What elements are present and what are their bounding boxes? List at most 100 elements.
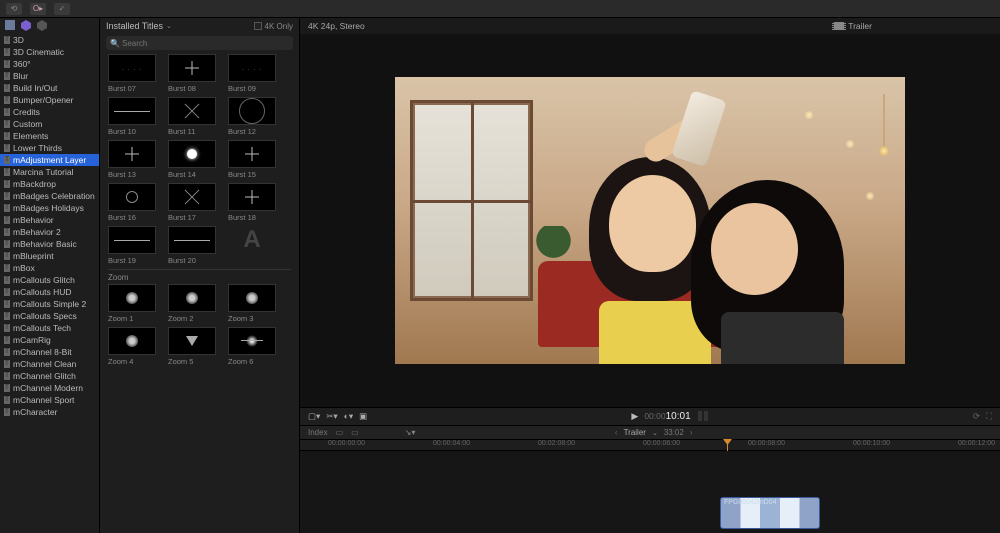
play-button[interactable]: ▶	[631, 411, 638, 422]
sidebar-item[interactable]: TmChannel Glitch	[0, 370, 99, 382]
sidebar-item[interactable]: TmCallouts HUD	[0, 286, 99, 298]
sidebar-item[interactable]: TBumper/Opener	[0, 94, 99, 106]
sidebar-item[interactable]: T3D Cinematic	[0, 46, 99, 58]
thumbnail[interactable]: Burst 07	[108, 54, 156, 93]
thumbnail[interactable]: Burst 15	[228, 140, 276, 179]
sidebar-item-label: mCharacter	[13, 407, 57, 417]
sidebar-item-label: mChannel 8-Bit	[13, 347, 72, 357]
sidebar-item[interactable]: TCredits	[0, 106, 99, 118]
thumbnail-grid[interactable]: Burst 07 Burst 08 Burst 09 Burst 10 Burst 11…	[100, 52, 299, 533]
sidebar-item[interactable]: TBuild In/Out	[0, 82, 99, 94]
sidebar-item[interactable]: TmBox	[0, 262, 99, 274]
sidebar-item[interactable]: TmChannel Sport	[0, 394, 99, 406]
sidebar-item[interactable]: TmBadges Holidays	[0, 202, 99, 214]
thumbnail[interactable]: Burst 20	[168, 226, 216, 265]
edit-tool-icon[interactable]: ↘▾	[405, 428, 416, 437]
sidebar-item[interactable]: TmCallouts Specs	[0, 310, 99, 322]
title-tag-icon: T	[4, 36, 10, 44]
sidebar-item[interactable]: TmCallouts Simple 2	[0, 298, 99, 310]
thumbnail[interactable]: Burst 16	[108, 183, 156, 222]
import-button[interactable]: ⟲	[6, 3, 22, 15]
thumbnail-label: Burst 19	[108, 256, 136, 265]
thumbnail-label: Zoom 5	[168, 357, 193, 366]
generators-tab-icon[interactable]	[36, 19, 48, 33]
thumbnail[interactable]: Zoom 5	[168, 327, 216, 366]
sidebar-tabs	[0, 18, 99, 34]
sidebar-item[interactable]: TmChannel 8-Bit	[0, 346, 99, 358]
index-button[interactable]: Index	[308, 428, 328, 437]
sidebar-item[interactable]: TmCamRig	[0, 334, 99, 346]
loop-icon[interactable]: ⟳	[973, 411, 980, 422]
sidebar-item[interactable]: TmCharacter	[0, 406, 99, 418]
thumbnail-preview	[228, 284, 276, 312]
photos-tab-icon[interactable]	[4, 19, 16, 33]
title-tag-icon: T	[4, 84, 10, 92]
fullscreen-icon[interactable]: ⛶	[986, 411, 992, 422]
sidebar-item[interactable]: TmCallouts Tech	[0, 322, 99, 334]
timeline-clip[interactable]: FPG00042mD04	[720, 497, 820, 529]
sidebar-item[interactable]: TmBackdrop	[0, 178, 99, 190]
thumbnail[interactable]: Burst 09	[228, 54, 276, 93]
sidebar-item[interactable]: TmBehavior 2	[0, 226, 99, 238]
sidebar-item[interactable]: TLower Thirds	[0, 142, 99, 154]
settings-icon[interactable]: ▣	[359, 411, 367, 422]
keyword-button[interactable]: O▸	[30, 3, 46, 15]
thumbnail[interactable]: Zoom 4	[108, 327, 156, 366]
thumbnail[interactable]: Zoom 2	[168, 284, 216, 323]
sidebar-item[interactable]: TElements	[0, 130, 99, 142]
thumbnail[interactable]: Burst 12	[228, 97, 276, 136]
thumbnail[interactable]: Burst 10	[108, 97, 156, 136]
viewer[interactable]	[300, 34, 1000, 407]
thumbnail[interactable]: Burst 19	[108, 226, 156, 265]
thumbnail-preview	[108, 183, 156, 211]
thumbnail[interactable]: Burst 13	[108, 140, 156, 179]
timeline-tool-icon-2[interactable]: ▭	[351, 428, 359, 437]
sidebar-item-label: mBadges Holidays	[13, 203, 84, 213]
sidebar-item[interactable]: TmBadges Celebration	[0, 190, 99, 202]
timeline-history-back-icon[interactable]: ‹	[615, 428, 618, 437]
sidebar-item[interactable]: TCustom	[0, 118, 99, 130]
timeline[interactable]: FPG00042mD04	[300, 451, 1000, 533]
sidebar-item-label: mBlueprint	[13, 251, 54, 261]
category-list[interactable]: T3DT3D CinematicT360°TBlurTBuild In/OutT…	[0, 34, 99, 533]
color-icon[interactable]: ◐▾	[344, 411, 353, 422]
thumbnail[interactable]: Zoom 3	[228, 284, 276, 323]
installed-titles-dropdown[interactable]: Installed Titles ⌄	[106, 21, 172, 31]
sidebar-item-label: mBox	[13, 263, 35, 273]
thumbnail-label: Zoom 1	[108, 314, 133, 323]
sidebar-item[interactable]: TmBlueprint	[0, 250, 99, 262]
sidebar-item[interactable]: TmBehavior Basic	[0, 238, 99, 250]
sidebar-item[interactable]: TmAdjustment Layer	[0, 154, 99, 166]
sidebar-item[interactable]: TMarcina Tutorial	[0, 166, 99, 178]
thumbnail-label: Burst 18	[228, 213, 256, 222]
thumbnail[interactable]: Burst 17	[168, 183, 216, 222]
titles-tab-icon[interactable]	[20, 19, 32, 33]
view-options-icon[interactable]: ▢▾	[308, 411, 320, 422]
4k-only-checkbox[interactable]	[254, 22, 262, 30]
thumbnail[interactable]: A	[228, 226, 276, 265]
tools-icon[interactable]: ✂▾	[326, 411, 337, 422]
sidebar-item-label: mAdjustment Layer	[13, 155, 86, 165]
sidebar-item[interactable]: T360°	[0, 58, 99, 70]
sidebar-item[interactable]: TmChannel Modern	[0, 382, 99, 394]
timecode-display[interactable]: 00:0010:01	[644, 411, 690, 422]
sidebar-item[interactable]: TBlur	[0, 70, 99, 82]
sidebar-item[interactable]: TmCallouts Glitch	[0, 274, 99, 286]
sidebar-item[interactable]: TmChannel Clean	[0, 358, 99, 370]
sidebar-item[interactable]: TmBehavior	[0, 214, 99, 226]
thumbnail[interactable]: Burst 14	[168, 140, 216, 179]
timeline-tool-icon[interactable]: ▭	[336, 428, 344, 437]
sidebar-item[interactable]: T3D	[0, 34, 99, 46]
chevron-down-icon[interactable]: ⌄	[652, 429, 658, 437]
background-tasks-button[interactable]: ✓	[54, 3, 70, 15]
search-input[interactable]	[106, 36, 293, 50]
timeline-history-fwd-icon[interactable]: ›	[690, 428, 693, 437]
thumbnail[interactable]: Burst 18	[228, 183, 276, 222]
thumbnail[interactable]: Burst 08	[168, 54, 216, 93]
thumbnail[interactable]: Zoom 1	[108, 284, 156, 323]
thumbnail[interactable]: Zoom 6	[228, 327, 276, 366]
thumbnail[interactable]: Burst 11	[168, 97, 216, 136]
thumbnail-label: Zoom 3	[228, 314, 253, 323]
timeline-ruler[interactable]: 00:00:00:0000:00:04:0000:02:08:0000:00:0…	[300, 439, 1000, 451]
timeline-project-label[interactable]: Trailer	[624, 428, 646, 437]
